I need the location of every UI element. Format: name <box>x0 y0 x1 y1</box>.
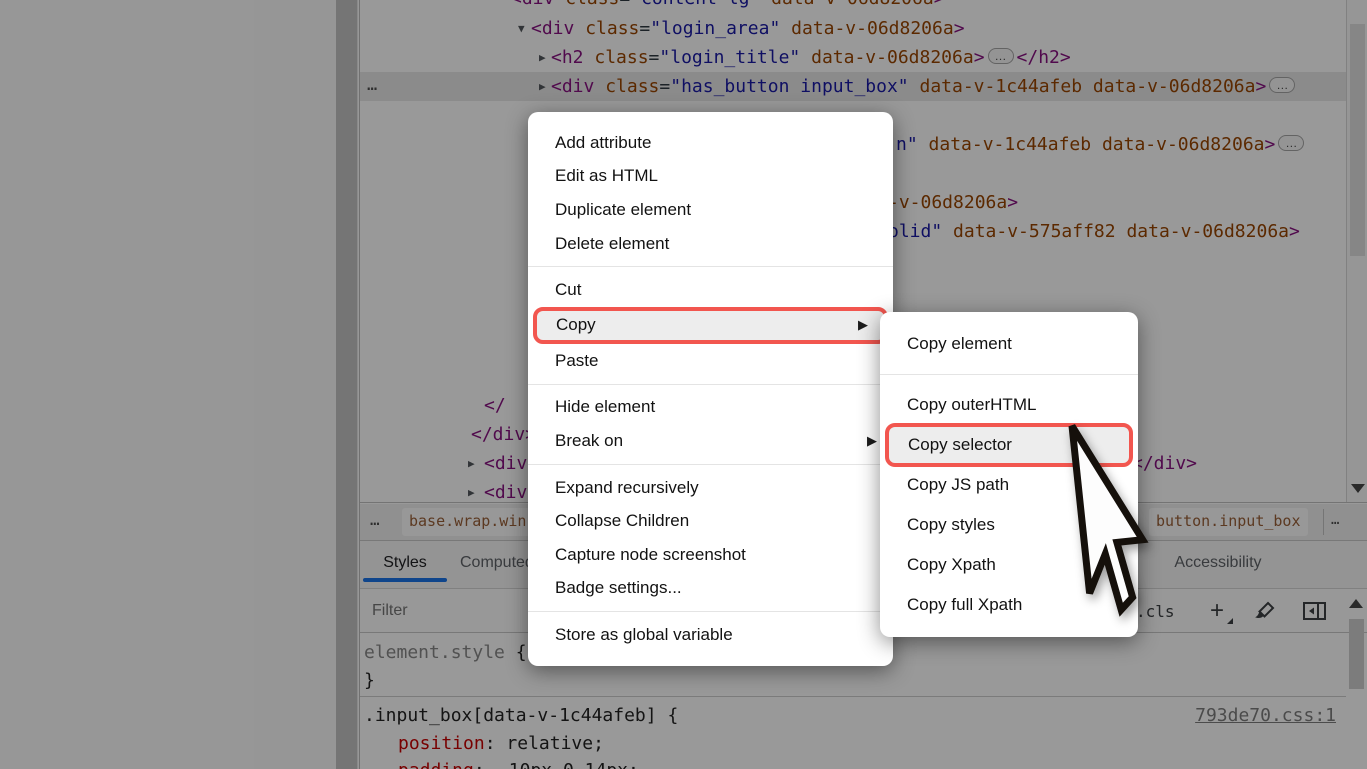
submenu-arrow-icon: ▶ <box>867 433 877 449</box>
context-menu: Add attribute Edit as HTML Duplicate eleme… <box>528 112 893 666</box>
mouse-cursor-icon <box>1072 426 1156 626</box>
menu-item-label: Copy JS path <box>907 475 1009 495</box>
menu-separator <box>880 374 1138 375</box>
menu-item-label: Store as global variable <box>555 625 733 645</box>
menu-item-label: Duplicate element <box>555 200 691 220</box>
menu-separator <box>528 611 893 612</box>
menu-item-label: Collapse Children <box>555 511 689 531</box>
menu-item-label: Copy Xpath <box>907 555 996 575</box>
menu-item-add-attribute[interactable]: Add attribute <box>528 126 893 160</box>
menu-item-label: Copy <box>556 315 596 335</box>
menu-separator <box>528 384 893 385</box>
menu-item-break-on[interactable]: Break on ▶ <box>528 424 893 458</box>
menu-item-label: Expand recursively <box>555 478 699 498</box>
menu-item-label: Paste <box>555 351 598 371</box>
menu-item-cut[interactable]: Cut <box>528 273 893 307</box>
menu-item-duplicate-element[interactable]: Duplicate element <box>528 193 893 227</box>
menu-item-store-as-global-variable[interactable]: Store as global variable <box>528 618 893 652</box>
menu-item-label: Copy element <box>907 334 1012 354</box>
menu-item-label: Delete element <box>555 234 669 254</box>
menu-item-label: Cut <box>555 280 581 300</box>
menu-item-label: Copy full Xpath <box>907 595 1022 615</box>
menu-item-collapse-children[interactable]: Collapse Children <box>528 504 893 538</box>
devtools-screenshot: ▶<div▶<div</div></div></olid" data-v-575… <box>0 0 1367 769</box>
menu-item-paste[interactable]: Paste <box>528 344 893 378</box>
submenu-arrow-icon: ▶ <box>858 317 868 333</box>
menu-item-label: Add attribute <box>555 133 651 153</box>
menu-item-label: Copy styles <box>907 515 995 535</box>
menu-item-badge-settings[interactable]: Badge settings... <box>528 572 893 606</box>
menu-item-expand-recursively[interactable]: Expand recursively <box>528 471 893 505</box>
menu-item-label: Copy selector <box>908 435 1012 455</box>
menu-item-edit-as-html[interactable]: Edit as HTML <box>528 160 893 194</box>
menu-separator <box>528 464 893 465</box>
menu-item-capture-node-screenshot[interactable]: Capture node screenshot <box>528 538 893 572</box>
submenu-item-copy-outerhtml[interactable]: Copy outerHTML <box>880 385 1138 425</box>
menu-item-hide-element[interactable]: Hide element <box>528 391 893 425</box>
submenu-item-copy-element[interactable]: Copy element <box>880 324 1138 364</box>
menu-item-label: Copy outerHTML <box>907 395 1036 415</box>
menu-separator <box>528 266 893 267</box>
menu-item-copy[interactable]: Copy ▶ <box>533 307 888 344</box>
menu-item-label: Hide element <box>555 397 655 417</box>
menu-item-label: Capture node screenshot <box>555 545 746 565</box>
menu-item-label: Break on <box>555 431 623 451</box>
menu-item-label: Badge settings... <box>555 578 682 598</box>
menu-item-label: Edit as HTML <box>555 166 658 186</box>
menu-item-delete-element[interactable]: Delete element <box>528 227 893 261</box>
